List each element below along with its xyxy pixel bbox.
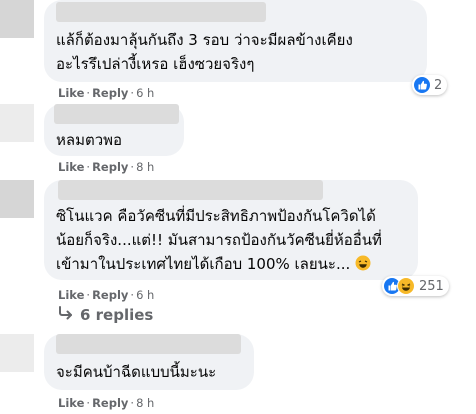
comment-text-line: น้อยก็จริง...แต่!! มันสามารถป้องกันวัคซี… (56, 231, 382, 249)
reaction-count: 251 (419, 278, 444, 294)
like-link[interactable]: Like (58, 86, 84, 100)
avatar[interactable] (0, 334, 34, 372)
view-replies-label: 6 replies (80, 306, 154, 324)
reaction-summary[interactable]: 251 (382, 276, 449, 296)
comment-text-line: ซิโนแวค คือวัคซีนที่มีประสิทธิภาพป้องกัน… (56, 207, 376, 225)
commenter-name[interactable] (56, 334, 241, 354)
reply-link[interactable]: Reply (92, 396, 128, 410)
like-link[interactable]: Like (58, 160, 84, 174)
comment-actions: Like · Reply · 8 h (58, 160, 155, 174)
avatar[interactable] (0, 0, 34, 38)
comment-text-line: แล้ก็ต้องมาลุ้นกันถึง 3 รอบ ว่าจะมีผลข้า… (56, 31, 353, 49)
comment-bubble: จะมีคนบ้าฉีดแบบนี้มะนะ (44, 334, 254, 390)
comment-timestamp[interactable]: 6 h (136, 288, 154, 302)
comment-actions: Like · Reply · 6 h (58, 288, 155, 302)
like-link[interactable]: Like (58, 288, 84, 302)
comment-bubble: แล้ก็ต้องมาลุ้นกันถึง 3 รอบ ว่าจะมีผลข้า… (44, 0, 427, 82)
comment-text-line: อะไรรึเปล่างี้เหรอ เฮ็งซวยจริงๆ (56, 55, 255, 73)
reply-arrow-icon (58, 306, 74, 324)
comment-timestamp[interactable]: 6 h (136, 86, 154, 100)
like-reaction-icon (414, 77, 430, 93)
comment-bubble: หลมตวพอ (44, 104, 184, 156)
laughing-emoji-icon (355, 254, 371, 278)
comment-bubble: ซิโนแวค คือวัคซีนที่มีประสิทธิภาพป้องกัน… (44, 180, 418, 280)
avatar[interactable] (0, 180, 34, 218)
commenter-name[interactable] (58, 180, 323, 200)
comment-text-line: เข้ามาในประเทศไทยได้เกือบ 100% เลยนะ... (56, 252, 371, 278)
view-replies-link[interactable]: 6 replies (58, 306, 153, 324)
comment-actions: Like · Reply · 6 h (58, 86, 155, 100)
comment-actions: Like · Reply · 8 h (58, 396, 155, 410)
avatar[interactable] (0, 104, 34, 142)
comment-timestamp[interactable]: 8 h (136, 160, 154, 174)
comment-timestamp[interactable]: 8 h (136, 396, 154, 410)
reaction-count: 2 (434, 77, 443, 93)
commenter-name[interactable] (56, 2, 266, 22)
reaction-summary[interactable]: 2 (412, 75, 448, 95)
like-link[interactable]: Like (58, 396, 84, 410)
reply-link[interactable]: Reply (92, 86, 128, 100)
reply-link[interactable]: Reply (92, 160, 128, 174)
comment-text-line-content: เข้ามาในประเทศไทยได้เกือบ 100% เลยนะ... (56, 255, 351, 273)
comment-text-line: หลมตวพอ (56, 131, 123, 149)
comment-text-line: จะมีคนบ้าฉีดแบบนี้มะนะ (56, 363, 217, 381)
reply-link[interactable]: Reply (92, 288, 128, 302)
haha-reaction-icon (397, 277, 415, 295)
commenter-name[interactable] (54, 104, 179, 124)
